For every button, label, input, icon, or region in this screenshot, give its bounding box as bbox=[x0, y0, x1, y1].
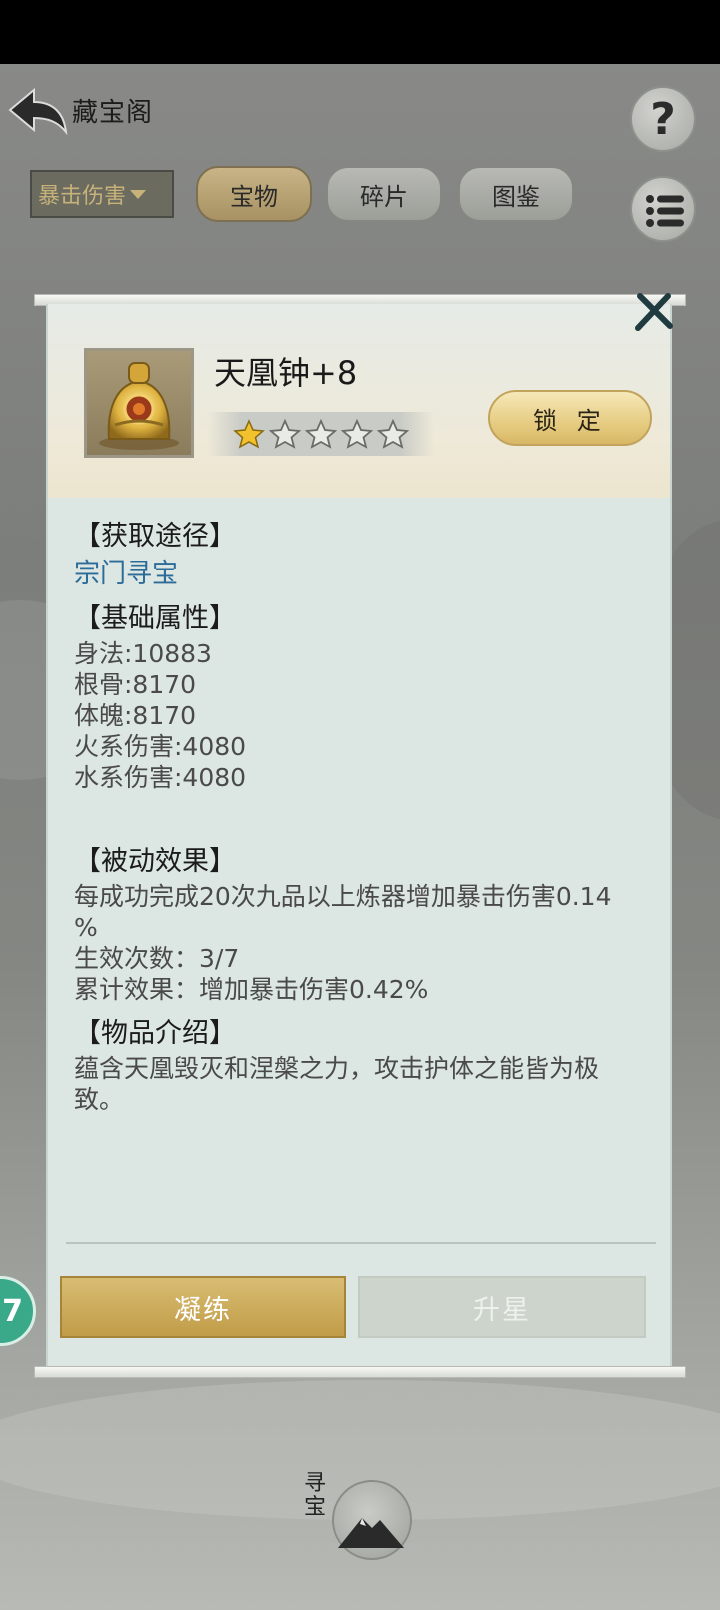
back-arrow-icon bbox=[8, 87, 68, 136]
question-icon: ? bbox=[650, 93, 676, 145]
passive-line: 累计效果：增加暴击伤害0.42% bbox=[74, 975, 429, 1004]
attr-line: 身法:10883 bbox=[74, 639, 212, 668]
item-icon-frame bbox=[84, 348, 194, 458]
star-empty-icon bbox=[377, 418, 409, 449]
bell-icon bbox=[99, 362, 179, 450]
back-button[interactable] bbox=[4, 84, 70, 136]
item-detail-panel: 天凰钟+8 锁 定 【获取途径】 宗门寻宝 【基础属性】 身法:10883 根骨… bbox=[46, 304, 672, 1366]
base-attrs-heading: 【基础属性】 bbox=[74, 603, 236, 634]
star-empty-icon bbox=[341, 418, 373, 449]
tab-fragments[interactable]: 碎片 bbox=[326, 166, 442, 222]
star-filled-icon bbox=[233, 419, 265, 449]
emblem-label: 寻宝 bbox=[304, 1471, 327, 1520]
passive-line: 生效次数：3/7 bbox=[74, 944, 240, 973]
page-title: 藏宝阁 bbox=[72, 98, 154, 128]
close-icon bbox=[635, 293, 673, 331]
source-link[interactable]: 宗门寻宝 bbox=[74, 556, 644, 592]
intro-line: 蕴含天凰毁灭和涅槃之力，攻击护体之能皆为极 bbox=[74, 1054, 600, 1083]
close-button[interactable] bbox=[634, 292, 674, 332]
refine-button[interactable]: 凝练 bbox=[60, 1276, 346, 1338]
menu-button[interactable] bbox=[630, 176, 696, 242]
filter-dropdown-label: 暴击伤害 bbox=[38, 184, 127, 209]
item-info: 【获取途径】 宗门寻宝 【基础属性】 身法:10883 根骨:8170 体魄:8… bbox=[74, 518, 644, 1115]
side-floating-badge[interactable]: 7 bbox=[0, 1276, 36, 1346]
star-empty-icon bbox=[269, 418, 301, 449]
item-name: 天凰钟+8 bbox=[214, 354, 358, 392]
intro-heading: 【物品介绍】 bbox=[74, 1018, 236, 1049]
source-heading: 【获取途径】 bbox=[74, 521, 236, 552]
attr-line: 体魄:8170 bbox=[74, 701, 197, 730]
help-button[interactable]: ? bbox=[630, 86, 696, 152]
passive-line: 每成功完成20次九品以上炼器增加暴击伤害0.14 bbox=[74, 882, 612, 911]
tab-treasure[interactable]: 宝物 bbox=[196, 166, 312, 222]
passive-line: % bbox=[74, 913, 98, 942]
passive-heading: 【被动效果】 bbox=[74, 846, 236, 877]
divider bbox=[66, 1242, 656, 1244]
list-icon bbox=[646, 195, 684, 227]
treasure-hunt-button[interactable]: 寻宝 bbox=[300, 1462, 412, 1572]
star-rating bbox=[208, 412, 434, 456]
upgrade-star-button[interactable]: 升星 bbox=[358, 1276, 646, 1338]
star-empty-icon bbox=[305, 418, 337, 449]
scroll-rod-bottom bbox=[34, 1366, 686, 1378]
side-badge-text: 7 bbox=[2, 1293, 23, 1329]
filter-dropdown[interactable]: 暴击伤害 bbox=[30, 170, 174, 218]
lock-button[interactable]: 锁 定 bbox=[488, 390, 652, 446]
tab-codex[interactable]: 图鉴 bbox=[458, 166, 574, 222]
attr-line: 根骨:8170 bbox=[74, 670, 197, 699]
intro-line: 致。 bbox=[74, 1085, 125, 1114]
status-bar bbox=[0, 0, 720, 64]
item-header: 天凰钟+8 锁 定 bbox=[48, 304, 670, 498]
chevron-down-icon bbox=[130, 189, 147, 199]
attr-line: 水系伤害:4080 bbox=[74, 763, 247, 792]
attr-line: 火系伤害:4080 bbox=[74, 732, 247, 761]
